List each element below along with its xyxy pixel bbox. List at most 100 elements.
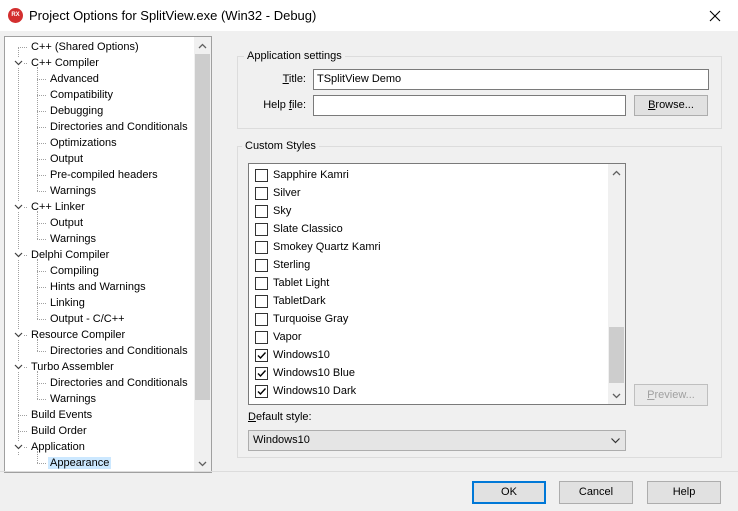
checkbox-icon[interactable] [255,276,268,290]
tree-item[interactable]: Output - C/C++ [48,311,127,327]
checkbox-checked-icon[interactable] [255,366,268,380]
tree-connector [18,47,27,48]
close-button[interactable] [692,0,738,31]
style-list-item[interactable]: Windows10 Blue [255,364,355,382]
tree-item-label: Output [50,217,84,229]
checkbox-checked-icon[interactable] [255,384,268,398]
tree-item[interactable]: Directories and Conditionals [48,343,190,359]
checkbox-icon[interactable] [255,258,268,272]
tree-item[interactable]: Linking [48,295,87,311]
tree-item[interactable]: Compatibility [48,87,115,103]
style-list-item[interactable]: Silver [255,184,301,202]
checkbox-icon[interactable] [255,312,268,326]
ok-button[interactable]: OK [472,481,546,504]
styles-scrollbar[interactable] [608,164,625,404]
style-list-item[interactable]: Sky [255,202,291,220]
style-list-item-label: Silver [273,187,301,199]
expand-chevron-icon[interactable] [13,58,24,68]
default-style-label: Default style: [248,411,312,423]
expand-chevron-icon[interactable] [13,330,24,340]
tree-item[interactable]: Compiling [48,263,101,279]
application-settings-caption: Application settings [244,50,345,62]
tree-item[interactable]: Advanced [48,71,101,87]
tree-item[interactable]: Build Order [29,423,89,439]
help-file-input[interactable] [313,95,626,116]
tree-item[interactable]: Application [29,439,87,455]
style-list-item[interactable]: Sterling [255,256,310,274]
style-list-item[interactable]: Vapor [255,328,302,346]
tree-item[interactable]: Resource Compiler [29,327,127,343]
tree-connector [37,175,46,176]
preview-button[interactable]: Preview... [634,384,708,406]
tree-item-label: Compiling [50,265,99,277]
tree-item[interactable]: Warnings [48,231,98,247]
style-list-item[interactable]: TabletDark [255,292,326,310]
style-list-item-label: Turquoise Gray [273,313,349,325]
style-list-item-label: Sapphire Kamri [273,169,349,181]
custom-styles-list[interactable]: Sapphire Kamri Silver Sky Slate Classico Smo… [248,163,626,405]
style-list-item[interactable]: Windows10 [255,346,330,364]
tree-connector [37,95,46,96]
checkbox-icon[interactable] [255,222,268,236]
tree-scrollbar[interactable] [194,37,211,472]
tree-item[interactable]: Directories and Conditionals [48,119,190,135]
scroll-up-icon[interactable] [608,164,625,181]
tree-item[interactable]: C++ Linker [29,199,87,215]
chevron-down-icon [611,438,620,444]
checkbox-icon[interactable] [255,330,268,344]
tree-connector [37,271,46,272]
tree-item[interactable]: Delphi Compiler [29,247,111,263]
expand-chevron-icon[interactable] [13,442,24,452]
tree-item-label: C++ (Shared Options) [31,41,139,53]
style-list-item[interactable]: Windows10 Dark [255,382,356,400]
checkbox-checked-icon[interactable] [255,348,268,362]
tree-item-label: Linking [50,297,85,309]
tree-item[interactable]: Debugging [48,103,105,119]
tree-item[interactable]: Directories and Conditionals [48,375,190,391]
checkbox-icon[interactable] [255,204,268,218]
checkbox-icon[interactable] [255,294,268,308]
tree-item[interactable]: Output [48,215,85,231]
options-tree[interactable]: C++ (Shared Options) C++ Compiler Advanced… [4,36,212,473]
scroll-up-icon[interactable] [194,37,211,54]
tree-item-label: Appearance [48,457,112,469]
checkbox-icon[interactable] [255,168,268,182]
style-list-item[interactable]: Tablet Light [255,274,329,292]
tree-item[interactable]: Output [48,151,85,167]
scroll-down-icon[interactable] [194,455,211,472]
tree-connector [37,79,46,80]
tree-connector [37,223,46,224]
expand-chevron-icon[interactable] [13,202,24,212]
tree-item-label: Output [50,153,84,165]
tree-item-label: Directories and Conditionals [50,377,188,389]
expand-chevron-icon[interactable] [13,250,24,260]
cancel-button[interactable]: Cancel [559,481,633,504]
scroll-down-icon[interactable] [608,387,625,404]
style-list-item[interactable]: Turquoise Gray [255,310,348,328]
tree-item[interactable]: Warnings [48,391,98,407]
checkbox-icon[interactable] [255,240,268,254]
title-input[interactable]: TSplitView Demo [313,69,709,90]
styles-scroll-thumb[interactable] [609,327,624,383]
tree-item[interactable]: Hints and Warnings [48,279,148,295]
tree-item[interactable]: C++ (Shared Options) [29,39,141,55]
tree-item[interactable]: Build Events [29,407,94,423]
browse-button[interactable]: Browse... [634,95,708,116]
style-list-item[interactable]: Smokey Quartz Kamri [255,238,381,256]
style-list-item[interactable]: Sapphire Kamri [255,166,349,184]
tree-item[interactable]: Turbo Assembler [29,359,116,375]
tree-item[interactable]: Warnings [48,183,98,199]
expand-chevron-icon[interactable] [13,362,24,372]
help-button[interactable]: Help [647,481,721,504]
checkbox-icon[interactable] [255,186,268,200]
tree-connector [37,211,38,239]
default-style-select[interactable]: Windows10 [248,430,626,451]
tree-item[interactable]: C++ Compiler [29,55,101,71]
tree-item[interactable]: Appearance [48,455,112,471]
style-list-item[interactable]: Slate Classico [255,220,343,238]
tree-connector [37,303,46,304]
tree-item[interactable]: Optimizations [48,135,119,151]
tree-scroll-thumb[interactable] [195,54,210,400]
tree-item[interactable]: Pre-compiled headers [48,167,160,183]
tree-connector [37,259,38,319]
